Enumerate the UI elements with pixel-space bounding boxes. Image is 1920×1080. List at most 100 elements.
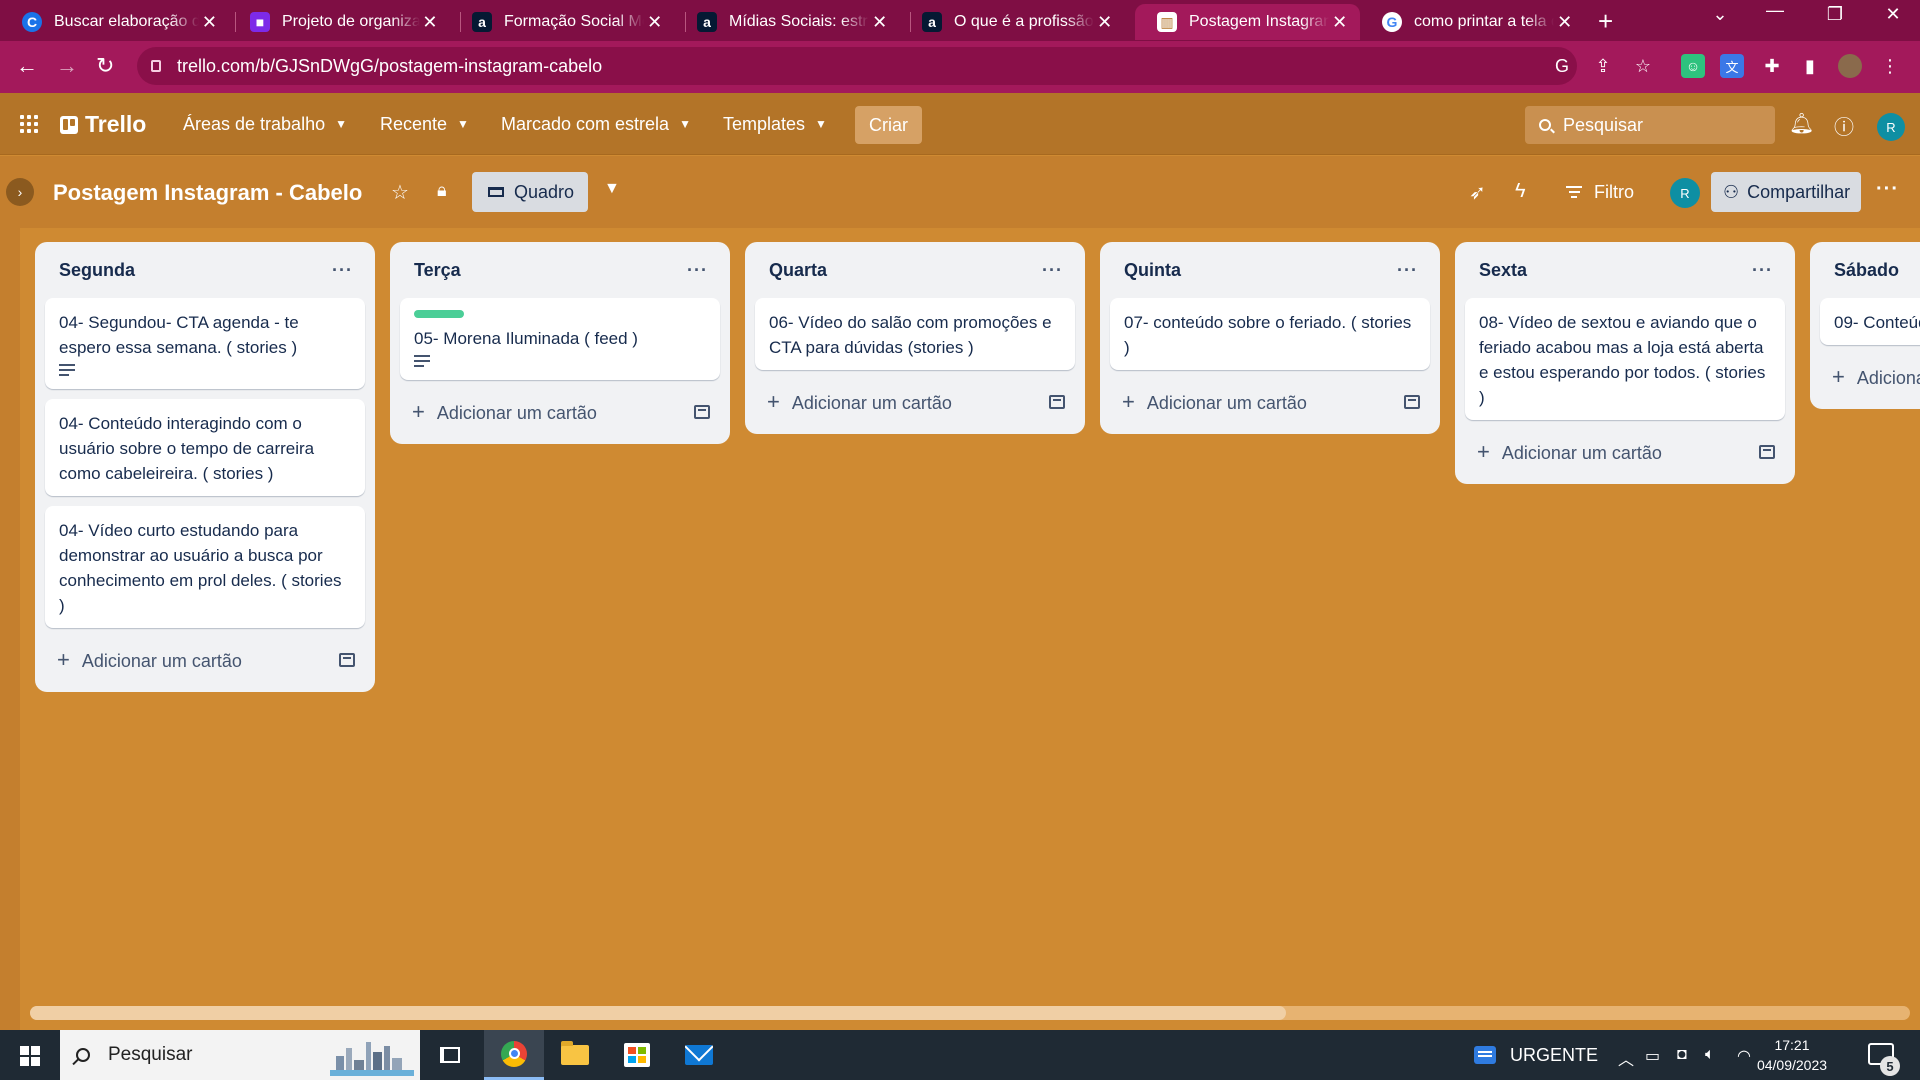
bookmark-star-icon[interactable]: ☆ (1631, 54, 1655, 78)
list-title[interactable]: Sábado (1834, 260, 1899, 281)
browser-tab-7[interactable]: G como printar a tela do ✕ (1360, 4, 1585, 40)
side-panel-icon[interactable]: ▮ (1798, 54, 1822, 78)
google-lens-icon[interactable]: G (1550, 54, 1574, 78)
address-bar[interactable]: trello.com/b/GJSnDWgG/postagem-instagram… (137, 47, 1577, 85)
share-icon[interactable]: ⇪ (1591, 54, 1615, 78)
list-menu-icon[interactable]: ··· (332, 260, 353, 281)
scrollbar-thumb[interactable] (30, 1006, 1286, 1020)
board-horizontal-scrollbar[interactable] (30, 1006, 1910, 1020)
restore-button[interactable]: ❐ (1805, 4, 1865, 25)
menu-recent[interactable]: Recente ▼ (380, 107, 469, 141)
card[interactable]: 04- Vídeo curto estudando para demonstra… (45, 506, 365, 628)
extensions-puzzle-icon[interactable]: ✚ (1760, 54, 1784, 78)
app-switcher-icon[interactable] (20, 115, 38, 133)
close-icon[interactable]: ✕ (1554, 12, 1575, 33)
windows-start-icon[interactable] (20, 1046, 40, 1066)
news-widget[interactable]: URGENTE (1474, 1030, 1598, 1080)
card[interactable]: 04- Conteúdo interagindo com o usuário s… (45, 399, 365, 496)
clock[interactable]: 17:21 04/09/2023 (1752, 1035, 1832, 1075)
visibility-lock-icon[interactable]: 🔒︎ (437, 180, 447, 201)
card[interactable]: 07- conteúdo sobre o feriado. ( stories … (1110, 298, 1430, 370)
add-card-button[interactable]: + Adicionar um cartão (400, 390, 720, 434)
taskbar-file-explorer[interactable] (545, 1030, 605, 1080)
list-menu-icon[interactable]: ··· (1397, 260, 1418, 281)
new-tab-button[interactable]: + (1598, 6, 1613, 37)
card[interactable]: 08- Vídeo de sextou e aviando que o feri… (1465, 298, 1785, 420)
close-icon[interactable]: ✕ (199, 12, 220, 33)
wifi-icon[interactable]: ◠ (1737, 1046, 1751, 1066)
list-menu-icon[interactable]: ··· (687, 260, 708, 281)
power-ups-rocket-icon[interactable]: ➶ (1469, 180, 1486, 205)
board-view-button[interactable]: Quadro (472, 172, 588, 212)
tray-chevron-up-icon[interactable]: ︿ (1618, 1046, 1634, 1070)
add-card-button[interactable]: + Adiciona (1820, 355, 1920, 399)
list-title[interactable]: Sexta (1479, 260, 1527, 281)
view-chevron-down-icon[interactable]: ▼ (604, 180, 620, 198)
card[interactable]: 05- Morena Iluminada ( feed ) (400, 298, 720, 380)
list-menu-icon[interactable]: ··· (1752, 260, 1773, 281)
taskbar-store[interactable] (607, 1030, 667, 1080)
task-view-button[interactable] (420, 1030, 480, 1080)
star-icon[interactable]: ☆ (391, 180, 409, 205)
taskbar-chrome[interactable] (484, 1030, 544, 1080)
board-menu-icon[interactable]: ··· (1876, 178, 1899, 201)
help-icon[interactable]: ⓘ (1834, 111, 1854, 140)
board-member-avatar[interactable]: R (1670, 178, 1700, 208)
browser-tab-1[interactable]: C Buscar elaboração de ✕ (0, 4, 230, 40)
add-card-button[interactable]: + Adicionar um cartão (1465, 430, 1785, 474)
profile-avatar[interactable] (1838, 54, 1862, 78)
list-title[interactable]: Quarta (769, 260, 827, 281)
trello-logo[interactable]: Trello (60, 111, 146, 138)
browser-tab-3[interactable]: a Formação Social Media ✕ (450, 4, 675, 40)
lock-icon[interactable] (151, 60, 161, 72)
close-icon[interactable]: ✕ (1329, 12, 1350, 33)
close-icon[interactable]: ✕ (1094, 12, 1115, 33)
extension-icon[interactable]: ☺ (1681, 54, 1705, 78)
browser-tab-5[interactable]: a O que é a profissão de ✕ (900, 4, 1125, 40)
board-title[interactable]: Postagem Instagram - Cabelo (53, 180, 362, 206)
sidebar-expand-button[interactable]: › (6, 178, 34, 206)
member-avatar[interactable]: R (1877, 113, 1905, 141)
automation-bolt-icon[interactable]: ϟ (1515, 180, 1526, 203)
card[interactable]: 06- Vídeo do salão com promoções e CTA p… (755, 298, 1075, 370)
volume-icon[interactable]: 🔈︎ (1705, 1046, 1715, 1064)
minimize-button[interactable]: — (1745, 0, 1805, 21)
card-label-green[interactable] (414, 310, 464, 318)
card-template-icon[interactable] (1759, 445, 1775, 459)
close-window-button[interactable]: ✕ (1863, 4, 1920, 25)
taskbar-mail[interactable] (669, 1030, 729, 1080)
list-title[interactable]: Segunda (59, 260, 135, 281)
menu-workspaces[interactable]: Áreas de trabalho ▼ (183, 107, 347, 141)
card-template-icon[interactable] (1049, 395, 1065, 409)
back-button[interactable]: ← (16, 53, 38, 79)
card-template-icon[interactable] (1404, 395, 1420, 409)
add-card-button[interactable]: + Adicionar um cartão (45, 638, 365, 682)
list-title[interactable]: Quinta (1124, 260, 1181, 281)
chrome-menu-icon[interactable]: ⋮ (1878, 54, 1902, 78)
list-menu-icon[interactable]: ··· (1042, 260, 1063, 281)
menu-templates[interactable]: Templates ▼ (723, 107, 827, 141)
menu-starred[interactable]: Marcado com estrela ▼ (501, 107, 691, 141)
share-button[interactable]: ⚇ Compartilhar (1711, 172, 1861, 212)
browser-tab-2[interactable]: ■ Projeto de organização ✕ (228, 4, 450, 40)
notifications-icon[interactable]: 🔔︎ (1789, 111, 1814, 136)
search-input[interactable]: Pesquisar (1525, 106, 1775, 144)
forward-button[interactable]: → (56, 53, 78, 79)
card-template-icon[interactable] (339, 653, 355, 667)
camera-icon[interactable]: ◘ (1677, 1046, 1687, 1064)
list-title[interactable]: Terça (414, 260, 461, 281)
browser-tab-4[interactable]: a Mídias Sociais: estraté ✕ (675, 4, 900, 40)
reload-button[interactable]: ↻ (96, 53, 114, 79)
browser-tab-6-active[interactable]: ▥ Postagem Instagram ✕ (1135, 4, 1360, 40)
tab-search-chevron-icon[interactable]: ⌄ (1690, 4, 1750, 25)
card-template-icon[interactable] (694, 405, 710, 419)
add-card-button[interactable]: + Adicionar um cartão (1110, 380, 1430, 424)
add-card-button[interactable]: + Adicionar um cartão (755, 380, 1075, 424)
create-button[interactable]: Criar (855, 106, 922, 144)
search-highlight-skyline-icon[interactable] (330, 1034, 414, 1076)
close-icon[interactable]: ✕ (869, 12, 890, 33)
battery-icon[interactable]: ▭ (1645, 1046, 1660, 1066)
filter-button[interactable]: Filtro (1566, 172, 1634, 212)
close-icon[interactable]: ✕ (644, 12, 665, 33)
card[interactable]: 09- Conteúdo do RJ, Vídeo tratamento (1820, 298, 1920, 345)
